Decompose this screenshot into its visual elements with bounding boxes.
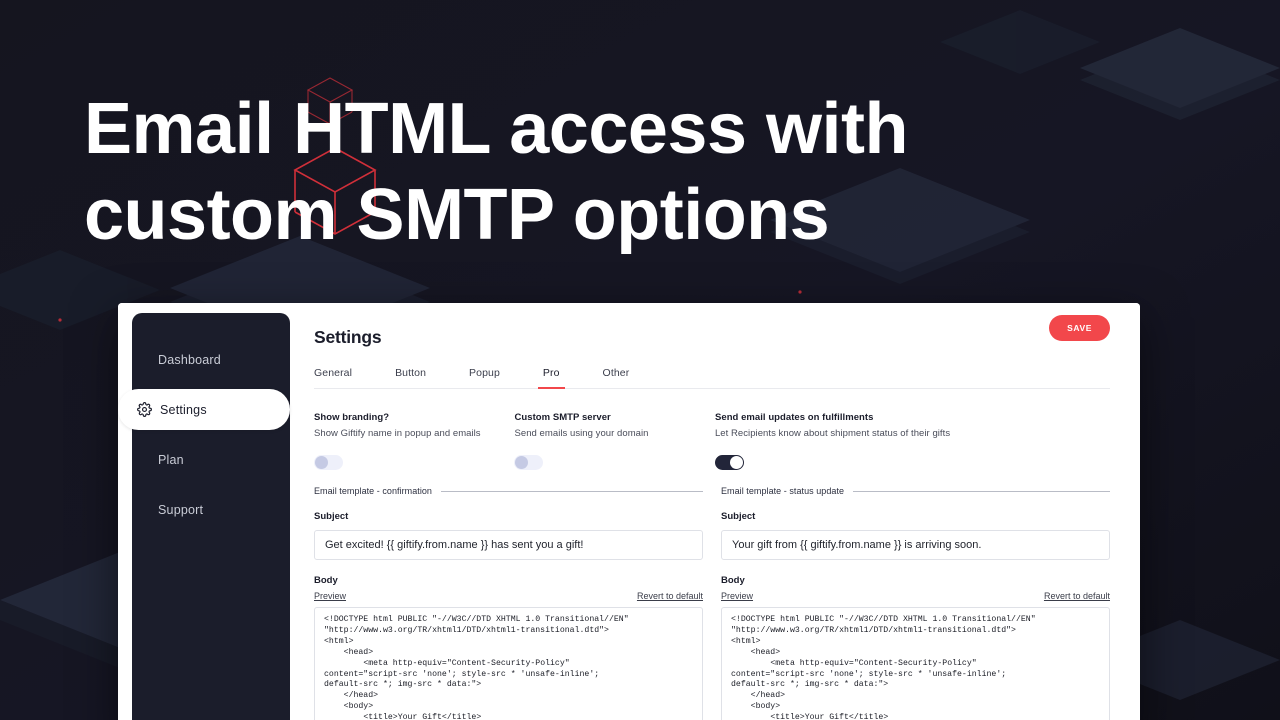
sidebar-item-settings[interactable]: Settings <box>118 389 290 430</box>
toggle-knob <box>515 456 529 469</box>
tab-general[interactable]: General <box>314 367 352 388</box>
divider <box>441 490 703 492</box>
body-actions: Preview Revert to default <box>721 591 1110 601</box>
tab-pro[interactable]: Pro <box>538 367 565 389</box>
setting-description: Show Giftify name in popup and emails <box>314 428 481 439</box>
toggle-email-updates[interactable] <box>714 455 744 470</box>
sidebar-item-plan[interactable]: Plan <box>132 439 290 480</box>
preview-link[interactable]: Preview <box>314 591 346 601</box>
toggle-knob <box>315 456 328 469</box>
setting-description: Send emails using your domain <box>514 428 649 439</box>
gear-icon <box>137 402 152 417</box>
section-title: Email template - confirmation <box>314 486 432 496</box>
setting-title: Send email updates on fulfillments <box>714 412 874 423</box>
subject-input-status-update[interactable] <box>721 530 1110 560</box>
tab-other[interactable]: Other <box>603 367 630 388</box>
setting-custom-smtp: Custom SMTP server Send emails using you… <box>514 412 714 470</box>
toggle-knob <box>729 456 743 469</box>
hero-line-1: Email HTML access with <box>84 89 908 169</box>
subject-label: Subject <box>314 511 349 522</box>
hero-headline: Email HTML access with custom SMTP optio… <box>84 86 1074 258</box>
body-code-editor-confirmation[interactable]: <!DOCTYPE html PUBLIC "-//W3C//DTD XHTML… <box>314 607 703 720</box>
tab-button[interactable]: Button <box>395 367 426 388</box>
sidebar-item-support[interactable]: Support <box>132 489 290 530</box>
hero-line-2: custom SMTP options <box>84 175 830 255</box>
preview-link[interactable]: Preview <box>721 591 753 601</box>
page-title: Settings <box>314 327 382 347</box>
toggle-row: Show branding? Show Giftify name in popu… <box>314 412 1110 470</box>
setting-description: Let Recipients know about shipment statu… <box>714 428 951 439</box>
template-status-update: Email template - status update Subject B… <box>721 486 1110 720</box>
sidebar-item-label: Plan <box>158 452 184 467</box>
body-label: Body <box>314 575 338 586</box>
body-code: <!DOCTYPE html PUBLIC "-//W3C//DTD XHTML… <box>324 615 629 720</box>
save-button[interactable]: SAVE <box>1049 315 1110 341</box>
sidebar-item-dashboard[interactable]: Dashboard <box>132 339 290 380</box>
setting-title: Custom SMTP server <box>514 412 611 423</box>
tab-popup[interactable]: Popup <box>469 367 500 388</box>
subject-input-confirmation[interactable] <box>314 530 703 560</box>
sidebar: Dashboard Settings Plan Support <box>118 303 290 720</box>
setting-show-branding: Show branding? Show Giftify name in popu… <box>314 412 514 470</box>
toggle-show-branding[interactable] <box>314 455 343 470</box>
divider <box>853 490 1110 492</box>
setting-title: Show branding? <box>314 412 390 423</box>
app-window: Dashboard Settings Plan Support Settings… <box>118 303 1140 720</box>
sidebar-item-label: Dashboard <box>158 352 221 367</box>
settings-tabs: General Button Popup Pro Other <box>314 367 1110 389</box>
body-code: <!DOCTYPE html PUBLIC "-//W3C//DTD XHTML… <box>731 615 1036 720</box>
body-label: Body <box>721 575 745 586</box>
body-code-editor-status-update[interactable]: <!DOCTYPE html PUBLIC "-//W3C//DTD XHTML… <box>721 607 1110 720</box>
section-header: Email template - status update <box>721 486 1110 496</box>
toggle-custom-smtp[interactable] <box>514 455 544 470</box>
sidebar-item-label: Settings <box>160 402 207 417</box>
revert-to-default-link[interactable]: Revert to default <box>1044 591 1110 601</box>
sidebar-nav: Dashboard Settings Plan Support <box>118 313 290 530</box>
subject-label: Subject <box>721 511 756 522</box>
section-title: Email template - status update <box>721 486 845 496</box>
sidebar-item-label: Support <box>158 502 204 517</box>
template-confirmation: Email template - confirmation Subject Bo… <box>314 486 703 720</box>
revert-to-default-link[interactable]: Revert to default <box>637 591 703 601</box>
email-templates: Email template - confirmation Subject Bo… <box>314 486 1110 720</box>
body-actions: Preview Revert to default <box>314 591 703 601</box>
setting-email-updates: Send email updates on fulfillments Let R… <box>714 412 1110 470</box>
section-header: Email template - confirmation <box>314 486 703 496</box>
main-content: Settings SAVE General Button Popup Pro O… <box>290 303 1140 720</box>
